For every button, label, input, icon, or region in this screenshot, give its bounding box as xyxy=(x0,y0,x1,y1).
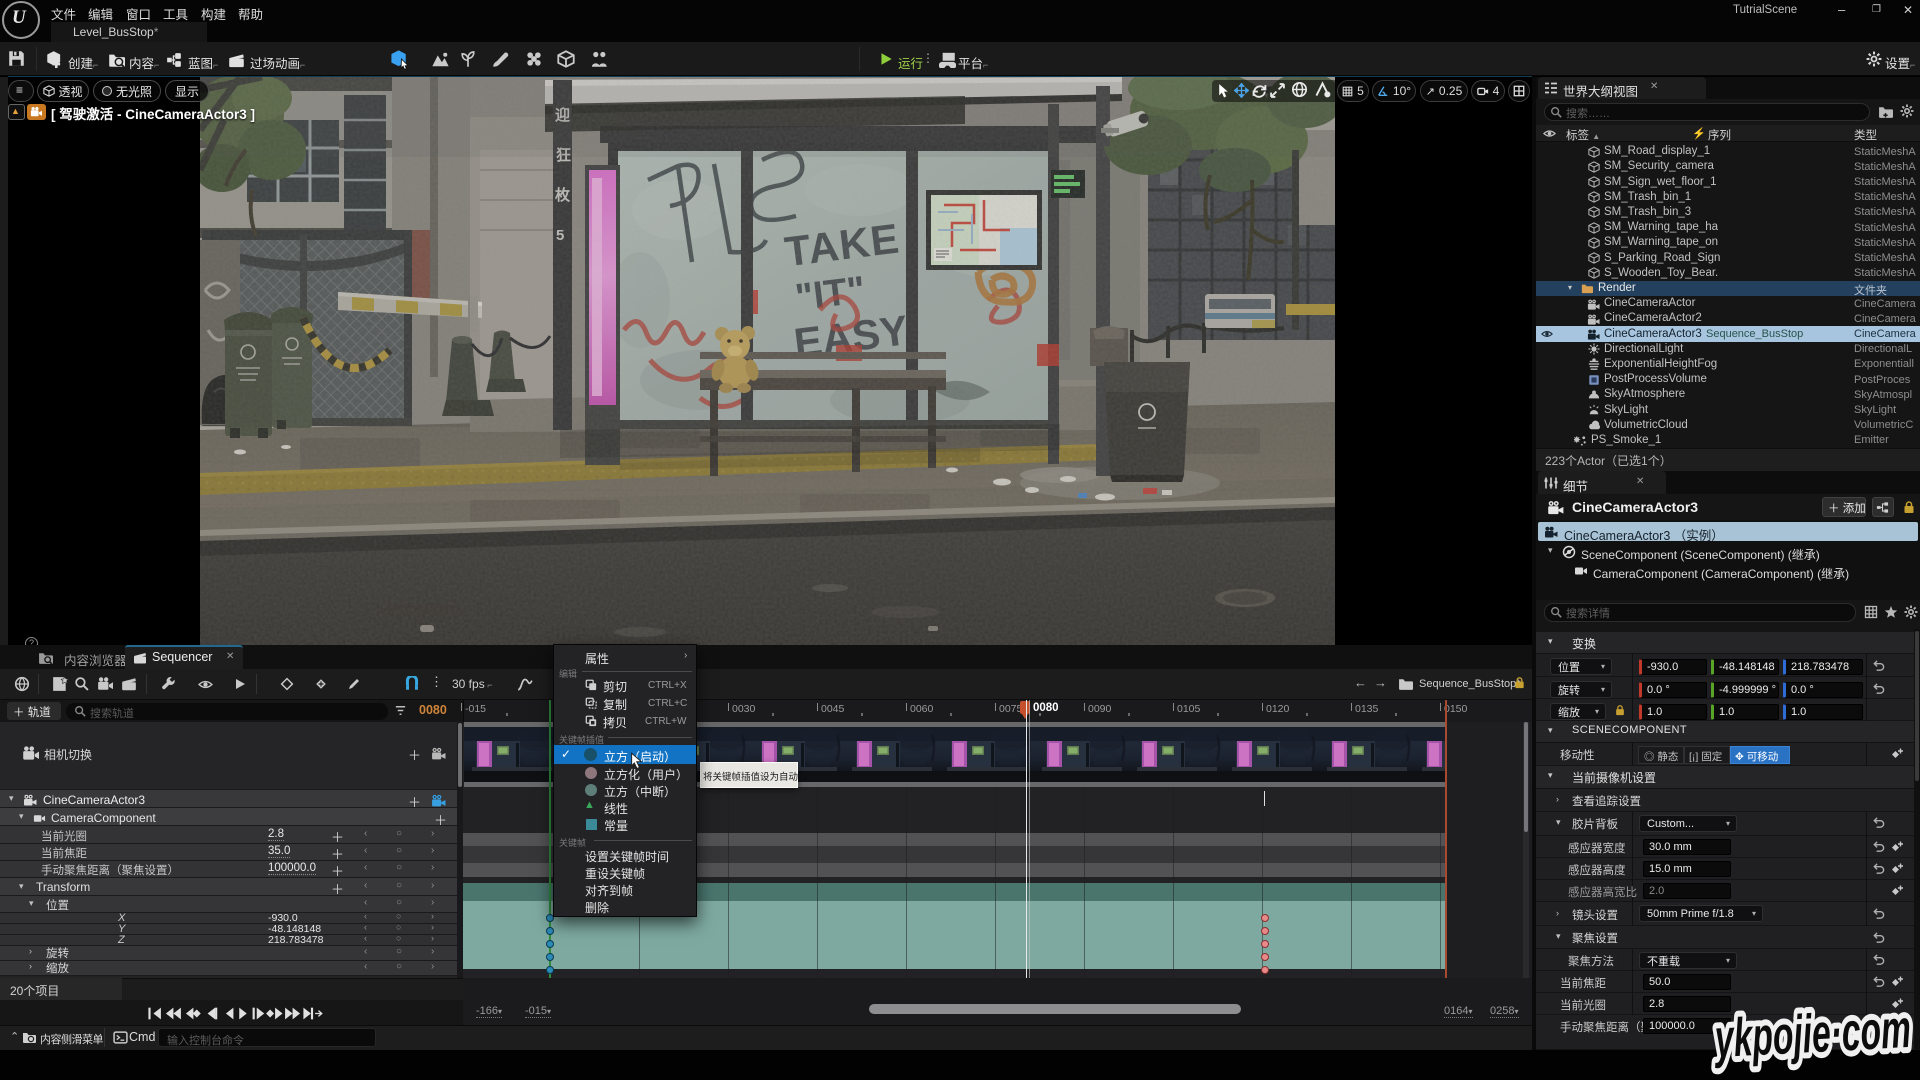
svg-text:ykpojie·com: ykpojie·com xyxy=(1712,999,1913,1069)
